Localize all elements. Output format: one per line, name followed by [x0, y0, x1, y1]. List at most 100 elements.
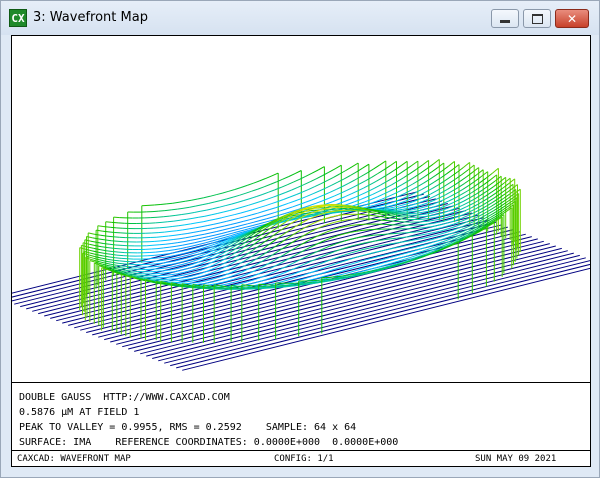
app-icon[interactable]: CX: [9, 9, 27, 27]
surface-contour-segment: [383, 165, 391, 171]
surface-contour-segment: [156, 270, 163, 272]
surface-contour-segment: [288, 200, 295, 204]
surface-contour-segment: [369, 246, 377, 249]
surface-contour-segment: [370, 196, 378, 200]
surface-contour-segment: [108, 256, 116, 259]
window-title: 3: Wavefront Map: [33, 10, 148, 25]
surface-contour-segment: [221, 264, 229, 269]
surface-contour-segment: [338, 196, 346, 200]
surface-contour-segment: [361, 214, 368, 216]
surface-contour-segment: [156, 216, 164, 218]
surface-contour-segment: [161, 250, 169, 252]
surface-contour-segment: [483, 196, 491, 202]
surface-contour-segment: [490, 174, 498, 181]
surface-contour-segment: [176, 229, 183, 232]
surface-contour-segment: [439, 194, 447, 199]
surface-contour-segment: [341, 264, 348, 268]
surface-contour-segment: [229, 208, 237, 211]
surface-contour-segment: [235, 206, 243, 210]
info-line-statistics: PEAK TO VALLEY = 0.9955, RMS = 0.2592 SA…: [19, 422, 357, 433]
surface-contour-segment: [111, 240, 118, 242]
surface-contour-segment: [175, 256, 182, 259]
surface-contour-segment: [474, 194, 482, 200]
surface-contour-segment: [168, 249, 175, 252]
surface-contour-segment: [421, 220, 428, 223]
title-bar[interactable]: CX 3: Wavefront Map ✕: [1, 1, 599, 35]
surface-contour-segment: [369, 211, 376, 214]
surface-contour-segment: [311, 197, 318, 201]
surface-contour-segment: [198, 233, 205, 236]
surface-contour-segment: [252, 207, 260, 211]
surface-contour-segment: [212, 226, 219, 230]
surface-contour-segment: [219, 220, 227, 224]
surface-contour-segment: [189, 205, 196, 208]
maximize-icon: [531, 13, 543, 24]
surface-contour-segment: [326, 201, 333, 205]
wavefront-map-window: CX 3: Wavefront Map ✕ DOUBLE GAUSS HTTP:…: [0, 0, 600, 478]
surface-contour-segment: [88, 254, 96, 258]
surface-contour-segment: [392, 217, 399, 220]
surface-contour-segment: [377, 193, 384, 198]
surface-contour-segment: [219, 283, 227, 286]
surface-contour-segment: [467, 164, 475, 171]
surface-contour-segment: [394, 165, 402, 171]
surface-contour-segment: [379, 233, 386, 236]
surface-contour-segment: [245, 225, 253, 228]
surface-contour-segment: [112, 251, 119, 253]
minimize-button[interactable]: [491, 9, 519, 28]
surface-contour-segment: [210, 213, 218, 216]
surface-contour-segment: [364, 199, 372, 203]
surface-contour-segment: [308, 186, 316, 190]
surface-contour-segment: [405, 165, 412, 171]
surface-contour-segment: [219, 234, 226, 238]
maximize-button[interactable]: [523, 9, 551, 28]
surface-contour-segment: [437, 162, 445, 169]
surface-contour-segment: [187, 231, 194, 234]
surface-contour-segment: [431, 234, 439, 237]
surface-contour-segment: [480, 190, 488, 196]
surface-contour-segment: [164, 266, 171, 269]
surface-contour-segment: [391, 207, 399, 210]
surface-contour-segment: [201, 203, 209, 206]
surface-contour-segment: [167, 239, 174, 241]
surface-contour-segment: [238, 216, 246, 219]
status-footer: CAXCAD: WAVEFRONT MAP CONFIG: 1/1 SUN MA…: [12, 450, 590, 467]
surface-contour-segment: [362, 229, 369, 231]
surface-contour-segment: [169, 275, 177, 278]
surface-contour-segment: [152, 257, 159, 259]
surface-contour-segment: [339, 170, 347, 175]
surface-contour-segment: [187, 212, 195, 215]
surface-contour-segment: [347, 201, 355, 205]
surface-contour-segment: [173, 270, 180, 273]
surface-contour-segment: [410, 186, 418, 191]
surface-contour-segment: [160, 239, 168, 242]
surface-contour-segment: [374, 184, 381, 189]
surface-contour-segment: [175, 214, 182, 216]
surface-contour-segment: [162, 235, 169, 238]
surface-contour-segment: [239, 192, 246, 196]
surface-contour-segment: [456, 167, 464, 173]
surface-contour-segment: [103, 262, 111, 265]
surface-contour-segment: [285, 189, 292, 193]
surface-contour-segment: [222, 228, 230, 231]
close-button[interactable]: ✕: [555, 9, 589, 28]
surface-contour-segment: [182, 228, 190, 231]
surface-contour-segment: [155, 250, 163, 253]
surface-contour-segment: [358, 201, 366, 205]
surface-contour-segment: [389, 187, 397, 192]
surface-contour-segment: [352, 265, 359, 269]
surface-contour-segment: [337, 201, 344, 205]
surface-contour-segment: [344, 193, 352, 198]
surface-contour-segment: [135, 272, 143, 275]
surface-contour-segment: [103, 243, 110, 245]
surface-contour-segment: [387, 206, 394, 209]
surface-contour-segment: [351, 162, 359, 168]
surface-contour-segment: [422, 229, 430, 232]
surface-contour-segment: [195, 204, 203, 207]
surface-contour-segment: [375, 244, 383, 248]
surface-contour-segment: [250, 212, 258, 216]
surface-contour-segment: [450, 192, 457, 197]
surface-contour-segment: [279, 265, 287, 270]
surface-contour-segment: [101, 246, 108, 249]
surface-contour-segment: [381, 196, 389, 200]
